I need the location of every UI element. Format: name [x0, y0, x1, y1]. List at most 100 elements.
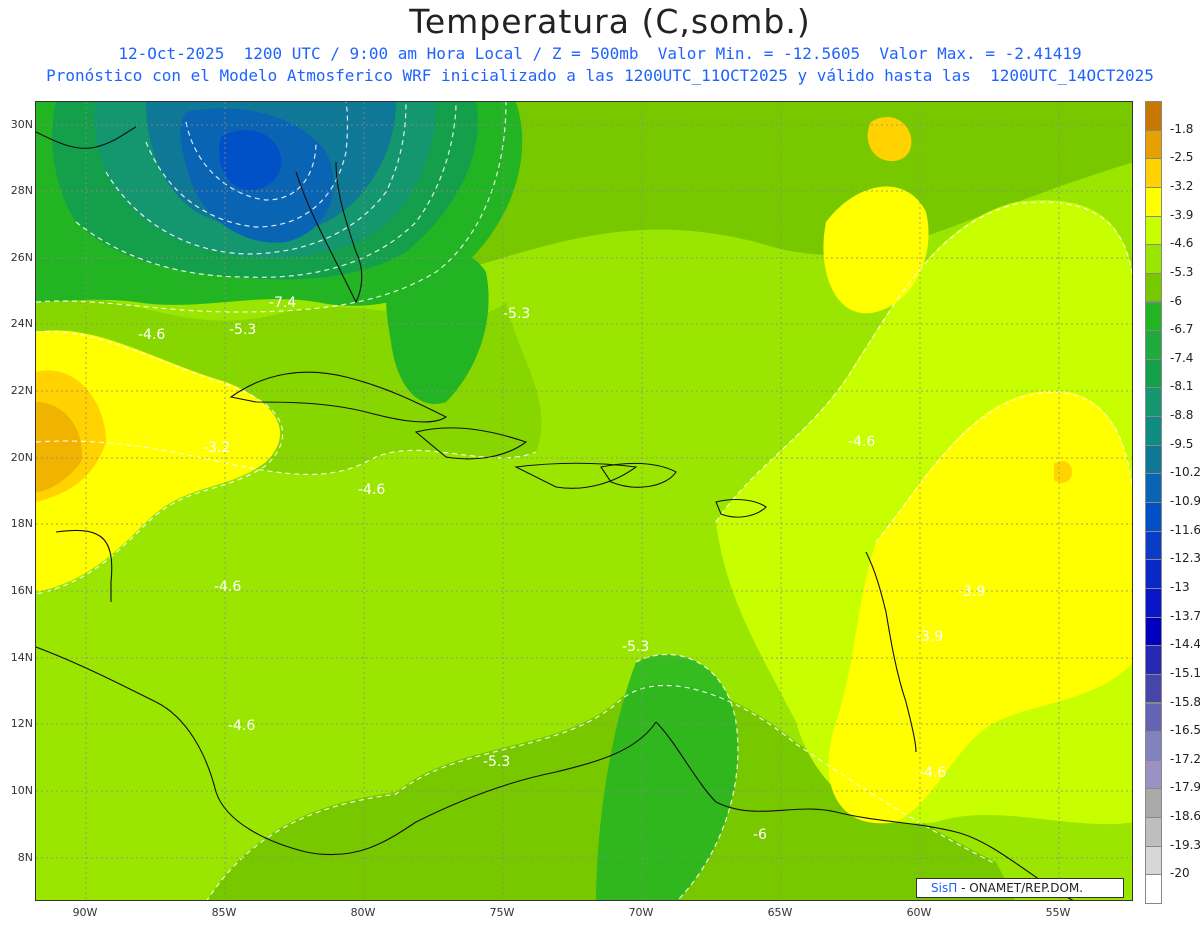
lat-label: 8N	[17, 851, 33, 864]
legend-swatch	[1145, 416, 1162, 446]
legend-label: -6.7	[1170, 322, 1194, 337]
credit-text: - ONAMET/REP.DOM.	[961, 881, 1084, 895]
legend-label: -15.8	[1170, 694, 1200, 709]
legend-label: -16.5	[1170, 723, 1200, 738]
contour-label: -5.3	[622, 639, 649, 655]
lat-label: 28N	[10, 184, 33, 197]
contour-label: -4.6	[138, 327, 165, 343]
legend-label: -4.6	[1170, 236, 1194, 251]
legend-swatch	[1145, 702, 1162, 733]
legend-label: -13.7	[1170, 608, 1200, 623]
legend-label: -13	[1170, 579, 1190, 594]
legend-swatch	[1145, 444, 1162, 475]
legend-swatch	[1145, 731, 1162, 761]
lat-label: 14N	[10, 651, 33, 664]
lat-label: 22N	[10, 384, 33, 397]
field-minus32-east	[1054, 461, 1072, 483]
legend-label: -1.8	[1170, 121, 1194, 136]
lon-label: 90W	[72, 906, 98, 919]
legend-label: -3.2	[1170, 178, 1194, 193]
legend-swatch	[1145, 215, 1162, 246]
credit-brand: SisΠ	[931, 881, 958, 895]
legend-label: -12.3	[1170, 551, 1200, 566]
legend-swatch	[1145, 874, 1162, 904]
legend-label: -18.6	[1170, 809, 1200, 824]
contour-label: -5.3	[229, 322, 256, 338]
lat-label: 30N	[10, 118, 33, 131]
legend-swatch	[1145, 473, 1162, 503]
credit-box: SisΠ - ONAMET/REP.DOM.	[916, 878, 1124, 898]
contour-label: -4.6	[848, 434, 875, 450]
contour-label: -6	[753, 827, 767, 843]
legend-label: -17.9	[1170, 780, 1200, 795]
lon-label: 70W	[628, 906, 654, 919]
legend-swatch	[1145, 559, 1162, 589]
contour-label: -7.4	[269, 295, 296, 311]
contour-label: -4.6	[228, 718, 255, 734]
legend-label: -7.4	[1170, 350, 1194, 365]
lon-label: 55W	[1045, 906, 1071, 919]
lon-label: 65W	[767, 906, 793, 919]
lat-label: 24N	[10, 317, 33, 330]
contour-label: -4.6	[358, 482, 385, 498]
lat-label: 10N	[10, 784, 33, 797]
temperature-map: -7.4 -4.6 -5.3 -5.3 -3.2 -4.6 -4.6 -4.6 …	[35, 101, 1133, 901]
map-title: Temperatura (C,somb.)	[409, 2, 811, 41]
contour-label: -4.6	[214, 579, 241, 595]
lon-label: 75W	[489, 906, 515, 919]
contour-label: -5.3	[483, 754, 510, 770]
lon-label: 85W	[211, 906, 237, 919]
contour-label: -3.9	[958, 584, 985, 600]
legend-label: -3.9	[1170, 207, 1194, 222]
legend-swatch	[1145, 272, 1162, 303]
legend-label: -8.8	[1170, 408, 1194, 423]
color-legend	[1145, 101, 1162, 904]
legend-label: -10.9	[1170, 494, 1200, 508]
lat-label: 12N	[10, 717, 33, 730]
legend-label: -11.6	[1170, 522, 1200, 537]
lat-label: 20N	[10, 451, 33, 464]
legend-swatch	[1145, 845, 1162, 876]
contour-label: -4.6	[919, 765, 946, 781]
legend-label: -6	[1170, 293, 1182, 308]
contour-label: -3.9	[916, 629, 943, 645]
legend-label: -15.1	[1170, 665, 1200, 680]
forecast-info-line: 12-Oct-2025 1200 UTC / 9:00 am Hora Loca…	[118, 44, 1082, 63]
legend-label: -20	[1170, 866, 1190, 881]
lon-label: 80W	[350, 906, 376, 919]
legend-swatch	[1145, 530, 1162, 561]
legend-swatch	[1145, 358, 1162, 389]
legend-swatch	[1145, 101, 1162, 131]
legend-swatch	[1145, 673, 1162, 704]
legend-label: -9.5	[1170, 436, 1194, 451]
legend-swatch	[1145, 330, 1162, 360]
contour-label: -3.2	[203, 440, 230, 456]
model-info-line: Pronóstico con el Modelo Atmosferico WRF…	[46, 66, 1154, 85]
legend-swatch	[1145, 759, 1162, 790]
lat-label: 26N	[10, 251, 33, 264]
legend-swatch	[1145, 587, 1162, 618]
legend-swatch	[1145, 129, 1162, 160]
legend-label: -2.5	[1170, 150, 1194, 165]
map-svg: -7.4 -4.6 -5.3 -5.3 -3.2 -4.6 -4.6 -4.6 …	[36, 102, 1132, 900]
legend-label: -8.1	[1170, 379, 1194, 394]
legend-label: -17.2	[1170, 751, 1200, 766]
legend-swatch	[1145, 158, 1162, 188]
legend-label: -14.4	[1170, 637, 1200, 652]
legend-label: -19.3	[1170, 837, 1200, 852]
legend-label: -10.2	[1170, 465, 1200, 480]
legend-swatch	[1145, 616, 1162, 647]
lon-label: 60W	[906, 906, 932, 919]
legend-swatch	[1145, 817, 1162, 847]
legend-swatch	[1145, 301, 1162, 332]
legend-swatch	[1145, 502, 1162, 532]
legend-swatch	[1145, 244, 1162, 274]
legend-swatch	[1145, 645, 1162, 675]
legend-label: -5.3	[1170, 264, 1194, 279]
lat-label: 16N	[10, 584, 33, 597]
legend-swatch	[1145, 788, 1162, 819]
contour-label: -5.3	[503, 306, 530, 322]
legend-swatch	[1145, 186, 1162, 217]
lat-label: 18N	[10, 517, 33, 530]
legend-swatch	[1145, 387, 1162, 418]
